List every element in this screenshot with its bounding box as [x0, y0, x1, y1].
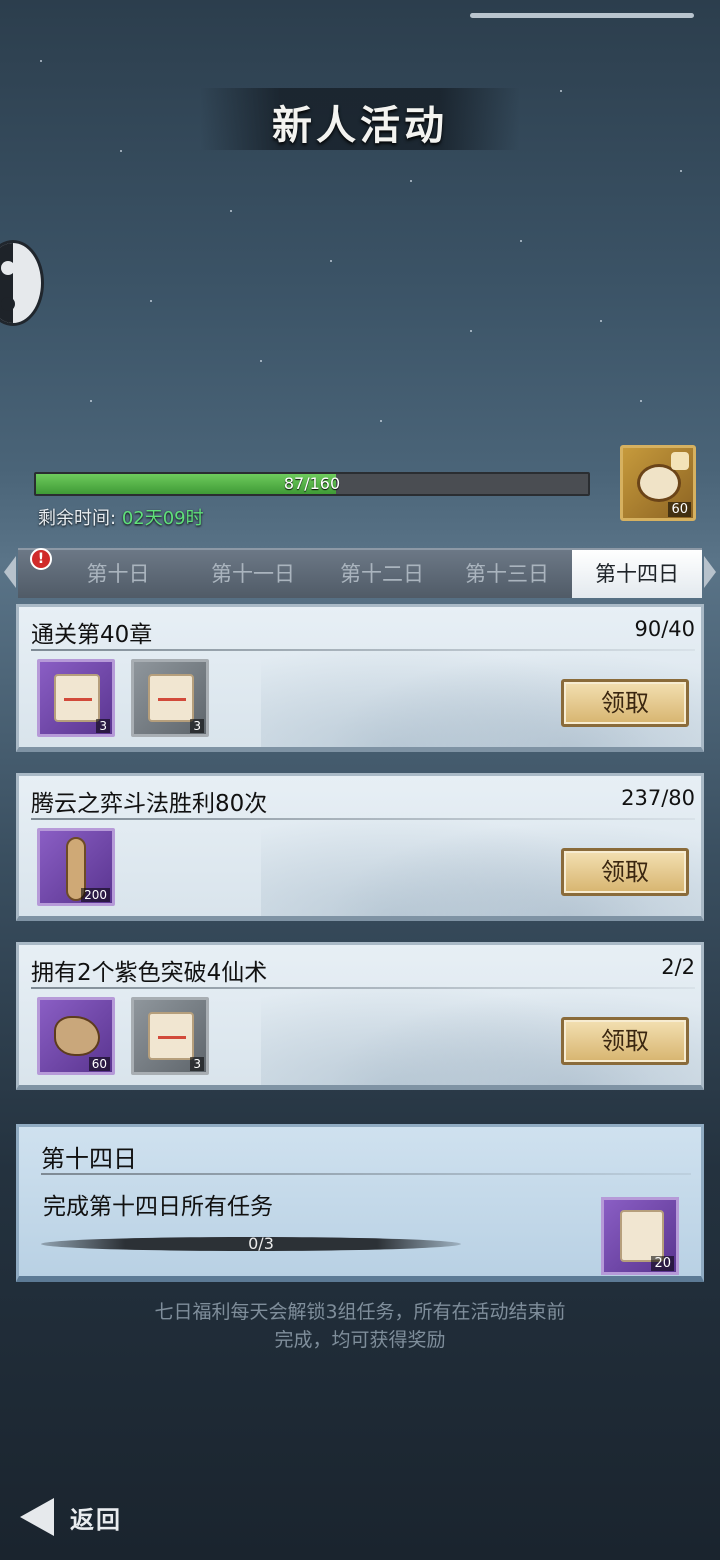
- status-bar-indicator: [470, 13, 694, 18]
- puzzle-piece-icon: [671, 452, 689, 470]
- footer-note-line-2: 完成，均可获得奖励: [274, 1329, 446, 1351]
- divider: [41, 1173, 691, 1175]
- reward-item[interactable]: 60: [37, 997, 115, 1075]
- reward-item[interactable]: 3: [131, 659, 209, 737]
- remaining-time-label: 剩余时间:: [38, 508, 117, 529]
- divider: [31, 987, 695, 989]
- milestone-reward-icon[interactable]: 60: [620, 445, 696, 521]
- day-completion-title: 第十四日: [41, 1145, 137, 1173]
- footer-note-line-1: 七日福利每天会解锁3组任务，所有在活动结束前: [154, 1301, 566, 1323]
- reward-count: 60: [668, 502, 691, 517]
- day-completion-progress-text: 0/3: [248, 1234, 274, 1253]
- divider: [31, 818, 695, 820]
- back-label: 返回: [70, 1505, 122, 1534]
- reward-count: 200: [81, 888, 110, 902]
- task-title: 拥有2个紫色突破4仙术: [31, 960, 268, 986]
- task-progress: 90/40: [634, 617, 695, 641]
- day-completion-desc: 完成第十四日所有任务: [43, 1194, 273, 1220]
- footer-note: 七日福利每天会解锁3组任务，所有在活动结束前 完成，均可获得奖励: [0, 1298, 720, 1354]
- reward-item[interactable]: 3: [131, 997, 209, 1075]
- claim-button[interactable]: 领取: [561, 679, 689, 727]
- tab-day-11[interactable]: 第十一日: [183, 550, 323, 598]
- day-tabs: 第十日 第十一日 第十二日 第十三日 第十四日: [18, 548, 702, 598]
- paper-scroll-icon: [148, 1012, 194, 1060]
- claim-button[interactable]: 领取: [561, 848, 689, 896]
- page-title: 新人活动: [272, 102, 448, 149]
- task-card: 通关第40章 90/40 3 3 领取: [16, 604, 704, 752]
- reward-count: 3: [190, 1057, 204, 1071]
- remaining-time-value: 02天09时: [121, 508, 204, 529]
- claim-button[interactable]: 领取: [561, 1017, 689, 1065]
- task-progress: 2/2: [661, 955, 695, 979]
- blue-scroll-icon: [54, 674, 100, 722]
- task-title: 通关第40章: [31, 622, 153, 648]
- task-title: 腾云之弈斗法胜利80次: [31, 791, 268, 817]
- reward-count: 3: [190, 719, 204, 733]
- activity-progress-bar: 87/160: [34, 472, 590, 496]
- task-card: 拥有2个紫色突破4仙术 2/2 60 3 领取: [16, 942, 704, 1090]
- tab-day-12[interactable]: 第十二日: [312, 550, 452, 598]
- back-arrow-icon: [20, 1498, 54, 1536]
- task-card: 腾云之弈斗法胜利80次 237/80 200 领取: [16, 773, 704, 921]
- reward-item[interactable]: 200: [37, 828, 115, 906]
- tab-day-13[interactable]: 第十三日: [442, 550, 572, 598]
- activity-progress-text: 87/160: [283, 474, 341, 493]
- remaining-time: 剩余时间: 02天09时: [38, 504, 204, 530]
- back-button[interactable]: 返回: [20, 1494, 150, 1540]
- divider: [31, 649, 695, 651]
- day-completion-card: 第十四日 完成第十四日所有任务 0/3 20: [16, 1124, 704, 1282]
- reward-count: 20: [651, 1256, 674, 1271]
- reward-item[interactable]: 3: [37, 659, 115, 737]
- reward-count: 3: [96, 719, 110, 733]
- tab-day-10[interactable]: 第十日: [48, 550, 188, 598]
- task-progress: 237/80: [621, 786, 695, 810]
- day-completion-reward[interactable]: 20: [601, 1197, 679, 1275]
- paw-scroll-icon: [620, 1210, 664, 1262]
- puzzle-stone-icon: [54, 1016, 100, 1056]
- paper-scroll-icon: [148, 674, 194, 722]
- tab-scroll-right-icon[interactable]: [704, 556, 716, 588]
- tab-day-14[interactable]: 第十四日: [572, 550, 702, 598]
- reward-count: 60: [88, 1057, 110, 1071]
- tab-scroll-left-icon[interactable]: [4, 556, 16, 588]
- alert-icon: !: [30, 548, 52, 570]
